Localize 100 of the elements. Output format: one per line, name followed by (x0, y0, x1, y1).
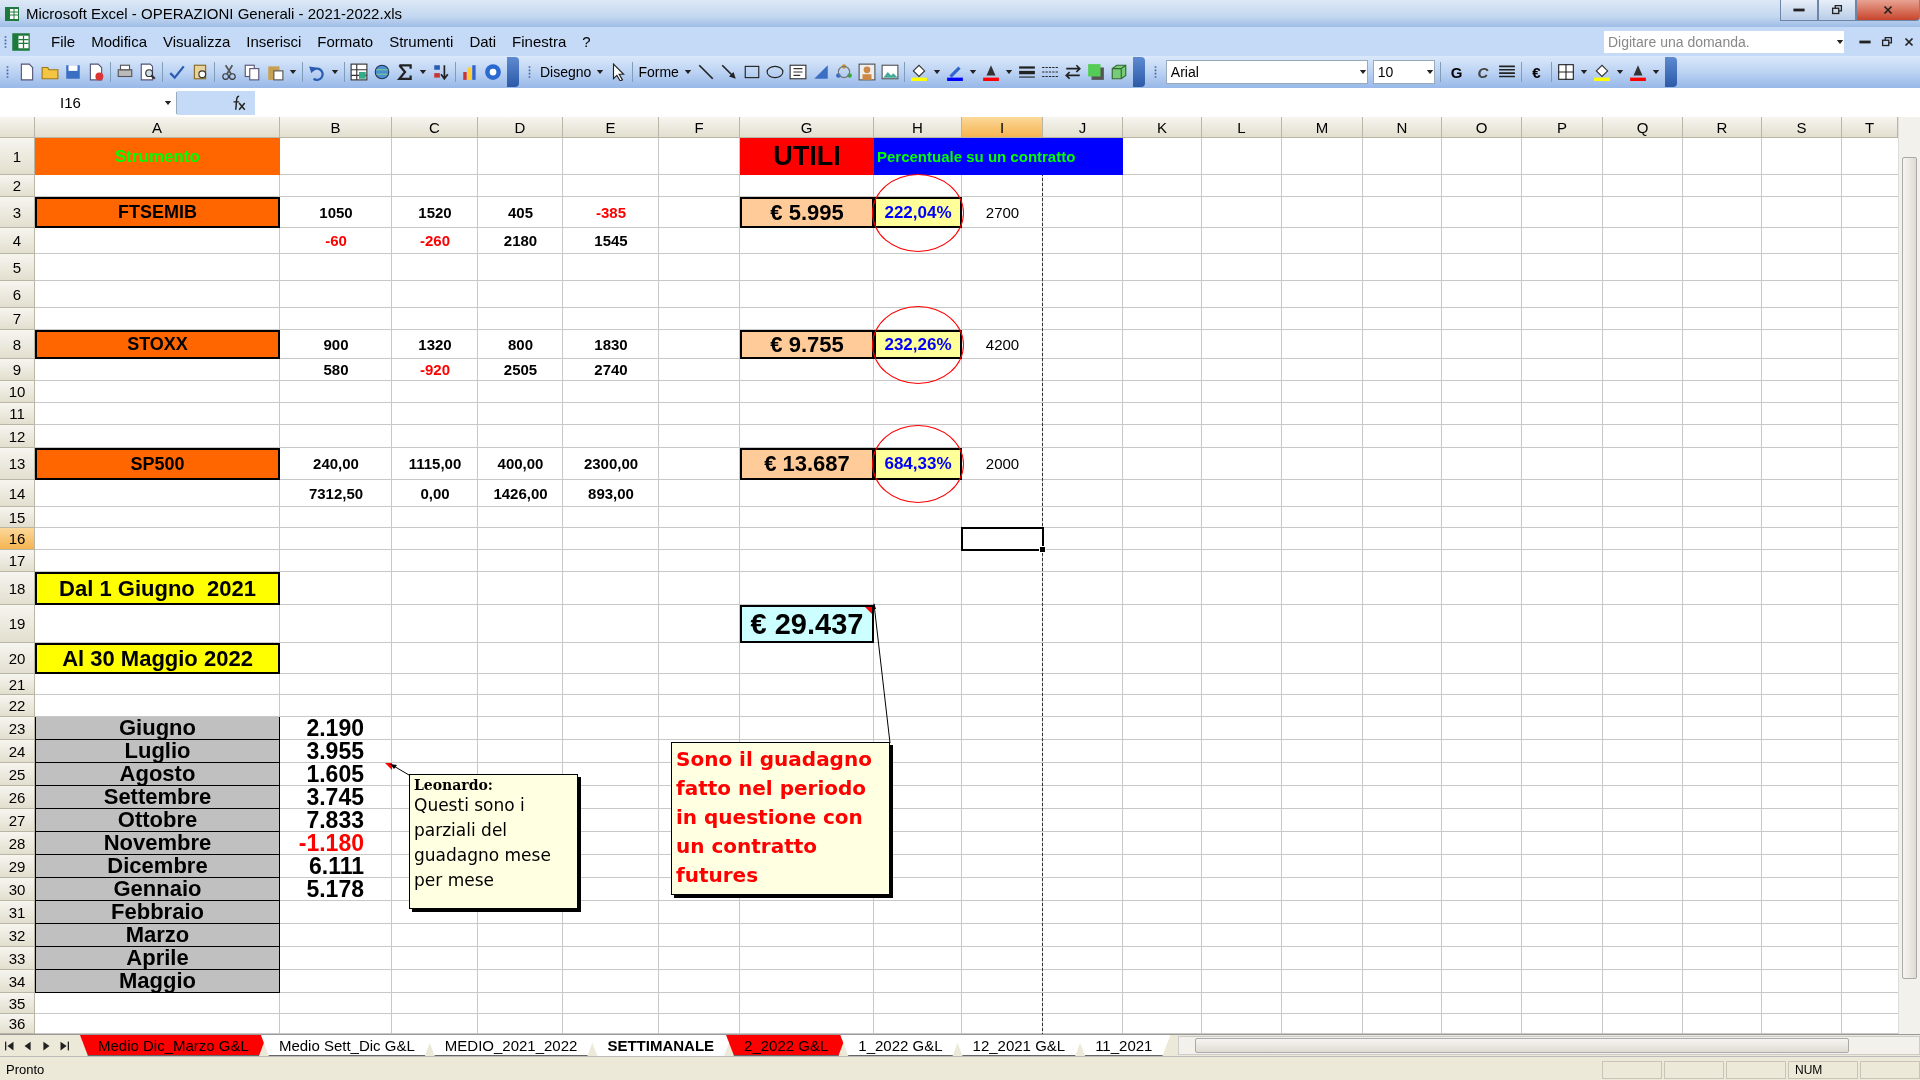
row-header[interactable]: 14 (0, 480, 35, 507)
row-header[interactable]: 34 (0, 970, 35, 993)
sheet-cell[interactable]: Febbraio (35, 901, 280, 924)
row-header[interactable]: 16 (0, 528, 35, 550)
sheet-cell[interactable]: € 13.687 (740, 448, 874, 480)
sheet-cell[interactable]: Novembre (35, 832, 280, 855)
research-icon[interactable] (191, 63, 209, 81)
column-header[interactable]: N (1363, 117, 1442, 138)
dropdown-caret-icon[interactable] (1579, 69, 1588, 75)
dropdown-caret-icon[interactable] (968, 69, 977, 75)
row-header[interactable]: 35 (0, 993, 35, 1014)
sheet-cell[interactable]: Agosto (35, 763, 280, 786)
sheet-cell[interactable]: Dal 1 Giugno 2021 (35, 572, 280, 605)
sheet-cell[interactable]: FTSEMIB (35, 197, 280, 228)
row-header[interactable]: 6 (0, 281, 35, 308)
cube-icon[interactable] (1109, 63, 1128, 81)
sheet-cell[interactable]: STOXX (35, 330, 280, 359)
row-header[interactable]: 9 (0, 359, 35, 381)
column-header[interactable]: T (1842, 117, 1898, 138)
arrow-style-icon[interactable] (1063, 63, 1082, 81)
line-style-icon[interactable] (1017, 63, 1036, 81)
font-color-icon[interactable] (1628, 63, 1647, 81)
sheet-cell[interactable]: UTILI (740, 138, 874, 175)
column-header[interactable]: S (1762, 117, 1842, 138)
maximize-button[interactable] (1818, 0, 1856, 21)
column-header[interactable]: Q (1603, 117, 1683, 138)
sheet-cell[interactable]: 232,26% (874, 330, 962, 359)
copy-icon[interactable] (243, 63, 261, 81)
row-header[interactable]: 7 (0, 308, 35, 330)
column-header[interactable]: P (1522, 117, 1603, 138)
column-header[interactable]: K (1123, 117, 1202, 138)
row-header[interactable]: 29 (0, 855, 35, 878)
sheet-cell[interactable]: Settembre (35, 786, 280, 809)
menu-item[interactable]: Dati (461, 33, 505, 50)
row-header[interactable]: 20 (0, 643, 35, 674)
column-header[interactable]: D (478, 117, 563, 138)
sheet-cell[interactable]: Dicembre (35, 855, 280, 878)
sheet-cell[interactable]: Percentuale su un contratto (874, 138, 1123, 175)
dropdown-caret-icon[interactable] (1425, 69, 1434, 75)
sheet-cell[interactable]: € 29.437 (740, 605, 874, 643)
row-header[interactable]: 15 (0, 507, 35, 528)
print-preview-icon[interactable] (139, 63, 157, 81)
menu-item[interactable]: Visualizza (155, 33, 239, 50)
sheet-cell[interactable]: Ottobre (35, 809, 280, 832)
borders-icon[interactable] (1556, 63, 1575, 81)
paste-icon[interactable] (266, 63, 284, 81)
menu-item[interactable]: Strumenti (381, 33, 462, 50)
horizontal-scrollbar[interactable] (1178, 1036, 1920, 1055)
row-header[interactable]: 11 (0, 403, 35, 425)
row-header[interactable]: 3 (0, 197, 35, 228)
shadow-icon[interactable] (1086, 63, 1105, 81)
sum-icon[interactable] (396, 63, 414, 81)
column-header[interactable]: M (1282, 117, 1363, 138)
sheet-cell[interactable]: Giugno (35, 717, 280, 740)
scrollbar-thumb[interactable] (1902, 157, 1917, 979)
scrollbar-thumb[interactable] (1195, 1038, 1849, 1053)
column-header[interactable]: G (740, 117, 874, 138)
scissors-icon[interactable] (220, 63, 238, 81)
column-header[interactable]: A (35, 117, 280, 138)
row-header[interactable]: 21 (0, 674, 35, 695)
dropdown-caret-icon[interactable] (1836, 38, 1844, 45)
close-button[interactable] (1856, 0, 1920, 21)
column-header[interactable]: J (1043, 117, 1123, 138)
dropdown-caret-icon[interactable] (596, 69, 605, 75)
dropdown-caret-icon[interactable] (1004, 69, 1013, 75)
column-header[interactable]: H (874, 117, 962, 138)
dropdown-caret-icon[interactable] (164, 99, 172, 106)
column-header[interactable]: L (1202, 117, 1282, 138)
row-header[interactable]: 10 (0, 381, 35, 403)
fill-color-icon[interactable] (909, 63, 928, 81)
menu-item[interactable]: File (43, 33, 84, 50)
toolbar-options-button[interactable] (1664, 57, 1677, 87)
spelling-check-icon[interactable] (168, 63, 186, 81)
sheet-cell[interactable]: Maggio (35, 970, 280, 993)
toolbar-menu[interactable]: Disegno (540, 64, 592, 80)
dropdown-caret-icon[interactable] (419, 69, 427, 75)
row-header[interactable]: 36 (0, 1014, 35, 1034)
sheet-cell[interactable]: Aprile (35, 947, 280, 970)
text-box-icon[interactable] (788, 63, 807, 81)
row-header[interactable]: 19 (0, 605, 35, 643)
save-icon[interactable] (64, 63, 82, 81)
column-header[interactable]: F (659, 117, 740, 138)
column-header[interactable]: O (1442, 117, 1522, 138)
dropdown-caret-icon[interactable] (932, 69, 941, 75)
dropdown-caret-icon[interactable] (331, 69, 339, 75)
row-header[interactable]: 33 (0, 947, 35, 970)
row-header[interactable]: 23 (0, 717, 35, 740)
new-document-icon[interactable] (18, 63, 36, 81)
workbook-icon[interactable] (11, 31, 31, 52)
row-header[interactable]: 27 (0, 809, 35, 832)
row-header[interactable]: 18 (0, 572, 35, 605)
menu-item[interactable]: Inserisci (238, 33, 310, 50)
menu-item[interactable]: Formato (309, 33, 382, 50)
format-button[interactable]: € (1527, 63, 1546, 81)
dropdown-caret-icon[interactable] (1615, 69, 1624, 75)
globe-icon[interactable] (373, 63, 391, 81)
sheet-cell[interactable]: € 5.995 (740, 197, 874, 228)
dropdown-caret-icon[interactable] (289, 69, 297, 75)
selected-cell-outline[interactable] (961, 527, 1044, 551)
row-header[interactable]: 8 (0, 330, 35, 359)
